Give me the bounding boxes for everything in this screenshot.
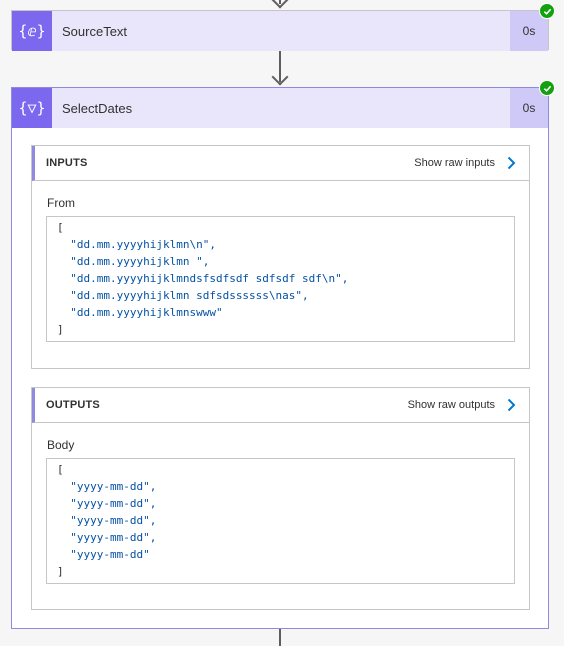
action-title: SelectDates — [62, 100, 133, 116]
code-line: "yyyy-mm-dd", — [70, 531, 157, 544]
action-header[interactable]: {▽} SelectDates 0s — [12, 88, 548, 128]
close-bracket: ] — [57, 323, 64, 336]
code-line: "dd.mm.yyyyhijklmn\n", — [70, 238, 216, 251]
open-bracket: [ — [57, 463, 64, 476]
outputs-section: OUTPUTS Show raw outputs Body [ "yyyy-mm… — [31, 387, 530, 610]
chevron-right-icon[interactable] — [501, 156, 521, 170]
code-line: "yyyy-mm-dd", — [70, 497, 157, 510]
inputs-section: INPUTS Show raw inputs From [ "dd.mm.yyy… — [31, 145, 530, 369]
code-line: "dd.mm.yyyyhijklmnswww" — [70, 306, 223, 319]
code-line: "yyyy-mm-dd" — [70, 548, 150, 561]
action-card-sourcetext[interactable]: {ⅇ} SourceText 0s — [11, 3, 555, 51]
code-line: "dd.mm.yyyyhijklmn ", — [70, 255, 210, 268]
action-title: SourceText — [62, 23, 128, 39]
open-bracket: [ — [57, 221, 64, 234]
show-raw-inputs-link[interactable]: Show raw inputs — [414, 157, 495, 169]
chevron-right-icon[interactable] — [501, 398, 521, 412]
from-label: From — [47, 196, 75, 210]
connector-bottom — [279, 628, 281, 646]
action-card-selectdates[interactable]: {▽} SelectDates 0s INPUTS Show raw input… — [11, 80, 555, 629]
outputs-header: OUTPUTS Show raw outputs — [32, 388, 529, 423]
select-icon: {▽} — [12, 88, 52, 128]
outputs-title: OUTPUTS — [46, 399, 100, 411]
success-check-icon — [539, 80, 555, 96]
inputs-title: INPUTS — [46, 157, 88, 169]
code-line: "yyyy-mm-dd", — [70, 514, 157, 527]
action-header[interactable]: {ⅇ} SourceText 0s — [12, 11, 548, 51]
variable-icon: {ⅇ} — [12, 11, 52, 51]
body-value: [ "yyyy-mm-dd", "yyyy-mm-dd", "yyyy-mm-d… — [46, 458, 515, 584]
show-raw-outputs-link[interactable]: Show raw outputs — [408, 399, 495, 411]
code-line: "dd.mm.yyyyhijklmn sdfsdssssss\nas", — [70, 289, 309, 302]
inputs-header: INPUTS Show raw inputs — [32, 146, 529, 181]
code-line: "dd.mm.yyyyhijklmndsfsdfsdf sdfsdf sdf\n… — [70, 272, 349, 285]
from-value: [ "dd.mm.yyyyhijklmn\n", "dd.mm.yyyyhijk… — [46, 216, 515, 342]
arrow-down-icon — [271, 68, 289, 86]
arrow-down-icon — [271, 0, 289, 9]
close-bracket: ] — [57, 565, 64, 578]
body-label: Body — [47, 438, 75, 452]
code-line: "yyyy-mm-dd", — [70, 480, 157, 493]
success-check-icon — [539, 3, 555, 19]
